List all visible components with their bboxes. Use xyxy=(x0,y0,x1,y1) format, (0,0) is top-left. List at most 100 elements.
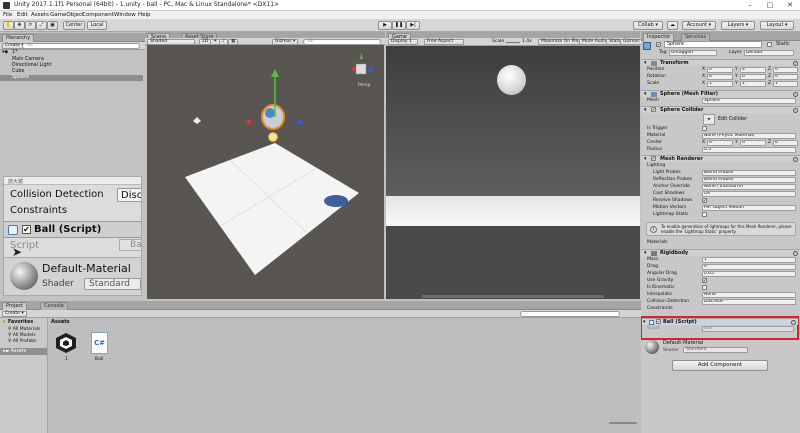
object-name-field[interactable]: Sphere xyxy=(664,41,762,48)
scale-slider[interactable] xyxy=(506,42,520,43)
scene-orientation-gizmo[interactable] xyxy=(345,53,377,87)
position-z-field[interactable]: 0 xyxy=(773,67,798,73)
lighting-foldout[interactable]: Lighting xyxy=(643,163,800,169)
pivot-center-button[interactable]: Center xyxy=(63,21,85,30)
zoom-script-enabled-checkbox[interactable]: ✔ xyxy=(22,225,31,234)
is-kinematic-checkbox[interactable] xyxy=(702,285,707,290)
rigidbody-header[interactable]: ▾ Rigidbody xyxy=(641,249,800,256)
step-button[interactable]: ▶| xyxy=(406,21,420,30)
layout-dropdown[interactable]: Layout ▾ xyxy=(760,21,794,30)
favorites-foldout[interactable]: ★ Favorites xyxy=(2,320,33,325)
is-trigger-checkbox[interactable] xyxy=(702,126,707,131)
mesh-filter-header[interactable]: ▾ Sphere (Mesh Filter) xyxy=(641,90,800,97)
fav-all-models[interactable]: ⚲ All Models xyxy=(8,333,36,338)
play-button[interactable]: ▶ xyxy=(378,21,392,30)
collider-material-field[interactable]: None (Physic Material) xyxy=(702,133,796,139)
move-tool-icon[interactable]: ✥ xyxy=(14,21,25,30)
menu-edit[interactable]: Edit xyxy=(17,11,28,19)
zoom-ball-script-header[interactable]: ✔ Ball (Script) xyxy=(4,221,141,238)
angular-drag-field[interactable]: 0.05 xyxy=(702,271,796,277)
x-axis-arrow[interactable] xyxy=(245,119,251,125)
rotation-x-field[interactable]: 0 xyxy=(707,74,733,80)
menu-window[interactable]: Window xyxy=(114,11,136,19)
transform-gear-icon[interactable] xyxy=(793,61,798,66)
mesh-renderer-header[interactable]: ▾ ✔ Mesh Renderer xyxy=(641,155,800,162)
mesh-renderer-gear-icon[interactable] xyxy=(793,157,798,162)
maximize-icon[interactable]: □ xyxy=(760,0,780,11)
asset-file-ball-script[interactable]: C# Ball xyxy=(89,332,113,372)
display-dropdown[interactable]: Display 1 xyxy=(388,39,418,45)
project-create-button[interactable]: Create ▾ xyxy=(2,311,27,317)
rotate-tool-icon[interactable]: ⟳ xyxy=(25,21,36,30)
sphere-collider-gear-icon[interactable] xyxy=(793,108,798,113)
tab-project[interactable]: Project xyxy=(2,302,28,310)
mesh-field[interactable]: Sphere xyxy=(702,98,796,104)
minimize-icon[interactable]: – xyxy=(740,0,760,11)
drag-field[interactable]: 0 xyxy=(702,264,796,270)
scene-viewport[interactable]: Persp xyxy=(147,45,384,299)
constraints-foldout[interactable]: Constraints xyxy=(643,306,800,312)
menu-gameobject[interactable]: GameObject xyxy=(50,11,84,19)
static-checkbox[interactable] xyxy=(767,42,772,47)
scale-x-field[interactable]: 1 xyxy=(707,81,733,87)
aspect-dropdown[interactable]: Free Aspect xyxy=(424,39,464,45)
game-gizmos-dropdown[interactable]: Gizmos xyxy=(620,39,643,45)
use-gravity-checkbox[interactable]: ✔ xyxy=(702,278,707,283)
layers-dropdown[interactable]: Layers ▾ xyxy=(721,21,755,30)
receive-shadows-checkbox[interactable]: ✔ xyxy=(702,198,707,203)
assets-folder-item[interactable]: ▸▰ Assets xyxy=(0,348,47,355)
radius-field[interactable]: 0.5 xyxy=(702,147,796,153)
mesh-filter-gear-icon[interactable] xyxy=(793,92,798,97)
materials-foldout[interactable]: Materials xyxy=(643,240,800,246)
menu-file[interactable]: File xyxy=(3,11,12,19)
cast-shadows-dropdown[interactable]: On xyxy=(702,191,796,197)
lightmap-static-checkbox[interactable] xyxy=(702,212,707,217)
layer-dropdown[interactable]: Default xyxy=(744,50,794,56)
game-scrollbar[interactable] xyxy=(422,295,604,298)
rotation-z-field[interactable]: 0 xyxy=(773,74,798,80)
asset-file-scene[interactable]: 1 xyxy=(55,332,79,372)
collision-detection-dropdown[interactable]: Discrete xyxy=(702,299,796,305)
assets-breadcrumb[interactable]: Assets xyxy=(51,319,70,325)
close-icon[interactable]: ✕ xyxy=(780,0,800,11)
pivot-local-button[interactable]: Local xyxy=(87,21,107,30)
ball-script-gear-icon[interactable] xyxy=(791,320,796,325)
fav-all-prefabs[interactable]: ⚲ All Prefabs xyxy=(8,339,36,344)
menu-assets[interactable]: Assets xyxy=(31,11,49,19)
center-y-field[interactable]: 0 xyxy=(740,140,766,146)
transform-header[interactable]: ▾ Transform xyxy=(641,59,800,66)
game-viewport[interactable] xyxy=(386,46,640,299)
center-x-field[interactable]: 0 xyxy=(707,140,733,146)
scale-z-field[interactable]: 1 xyxy=(773,81,798,87)
hierarchy-scene-root[interactable]: ▾◆ 1* xyxy=(0,50,143,56)
tab-services[interactable]: Services xyxy=(681,33,711,41)
pause-button[interactable]: ❚❚ xyxy=(392,21,406,30)
position-y-field[interactable]: 4 xyxy=(740,67,766,73)
motion-vectors-dropdown[interactable]: Per Object Motion xyxy=(702,205,796,211)
edit-collider-button[interactable]: ⌖ xyxy=(703,114,715,125)
rotation-y-field[interactable]: 0 xyxy=(740,74,766,80)
menu-help[interactable]: Help xyxy=(138,11,151,19)
tab-inspector[interactable]: Inspector xyxy=(643,33,675,41)
scale-tool-icon[interactable]: ⤢ xyxy=(36,21,47,30)
tab-console[interactable]: Console xyxy=(40,302,68,310)
cloud-icon[interactable]: ☁ xyxy=(667,21,678,30)
object-active-checkbox[interactable]: ✔ xyxy=(656,42,661,47)
hierarchy-item-sphere[interactable]: Sphere xyxy=(0,75,143,81)
project-search-input[interactable] xyxy=(520,311,620,317)
tab-hierarchy[interactable]: Hierarchy xyxy=(2,34,35,42)
menu-component[interactable]: Component xyxy=(82,11,114,19)
y-axis-arrow[interactable] xyxy=(271,69,279,77)
sphere-collider-header[interactable]: ▾ ✔ Sphere Collider xyxy=(641,106,800,113)
fav-all-materials[interactable]: ⚲ All Materials xyxy=(8,327,40,332)
tag-dropdown[interactable]: Untagged xyxy=(669,50,717,56)
scale-y-field[interactable]: 1 xyxy=(740,81,766,87)
hierarchy-search-input[interactable]: All xyxy=(22,43,140,49)
maximize-on-play-toggle[interactable]: Maximize On Play xyxy=(538,39,584,45)
persp-label[interactable]: Persp xyxy=(358,83,370,88)
account-dropdown[interactable]: Account ▾ xyxy=(682,21,716,30)
collab-dropdown[interactable]: Collab ▾ xyxy=(633,21,663,30)
z-axis-arrow[interactable] xyxy=(295,119,303,125)
add-component-button[interactable]: Add Component xyxy=(672,360,768,371)
center-z-field[interactable]: 0 xyxy=(773,140,798,146)
